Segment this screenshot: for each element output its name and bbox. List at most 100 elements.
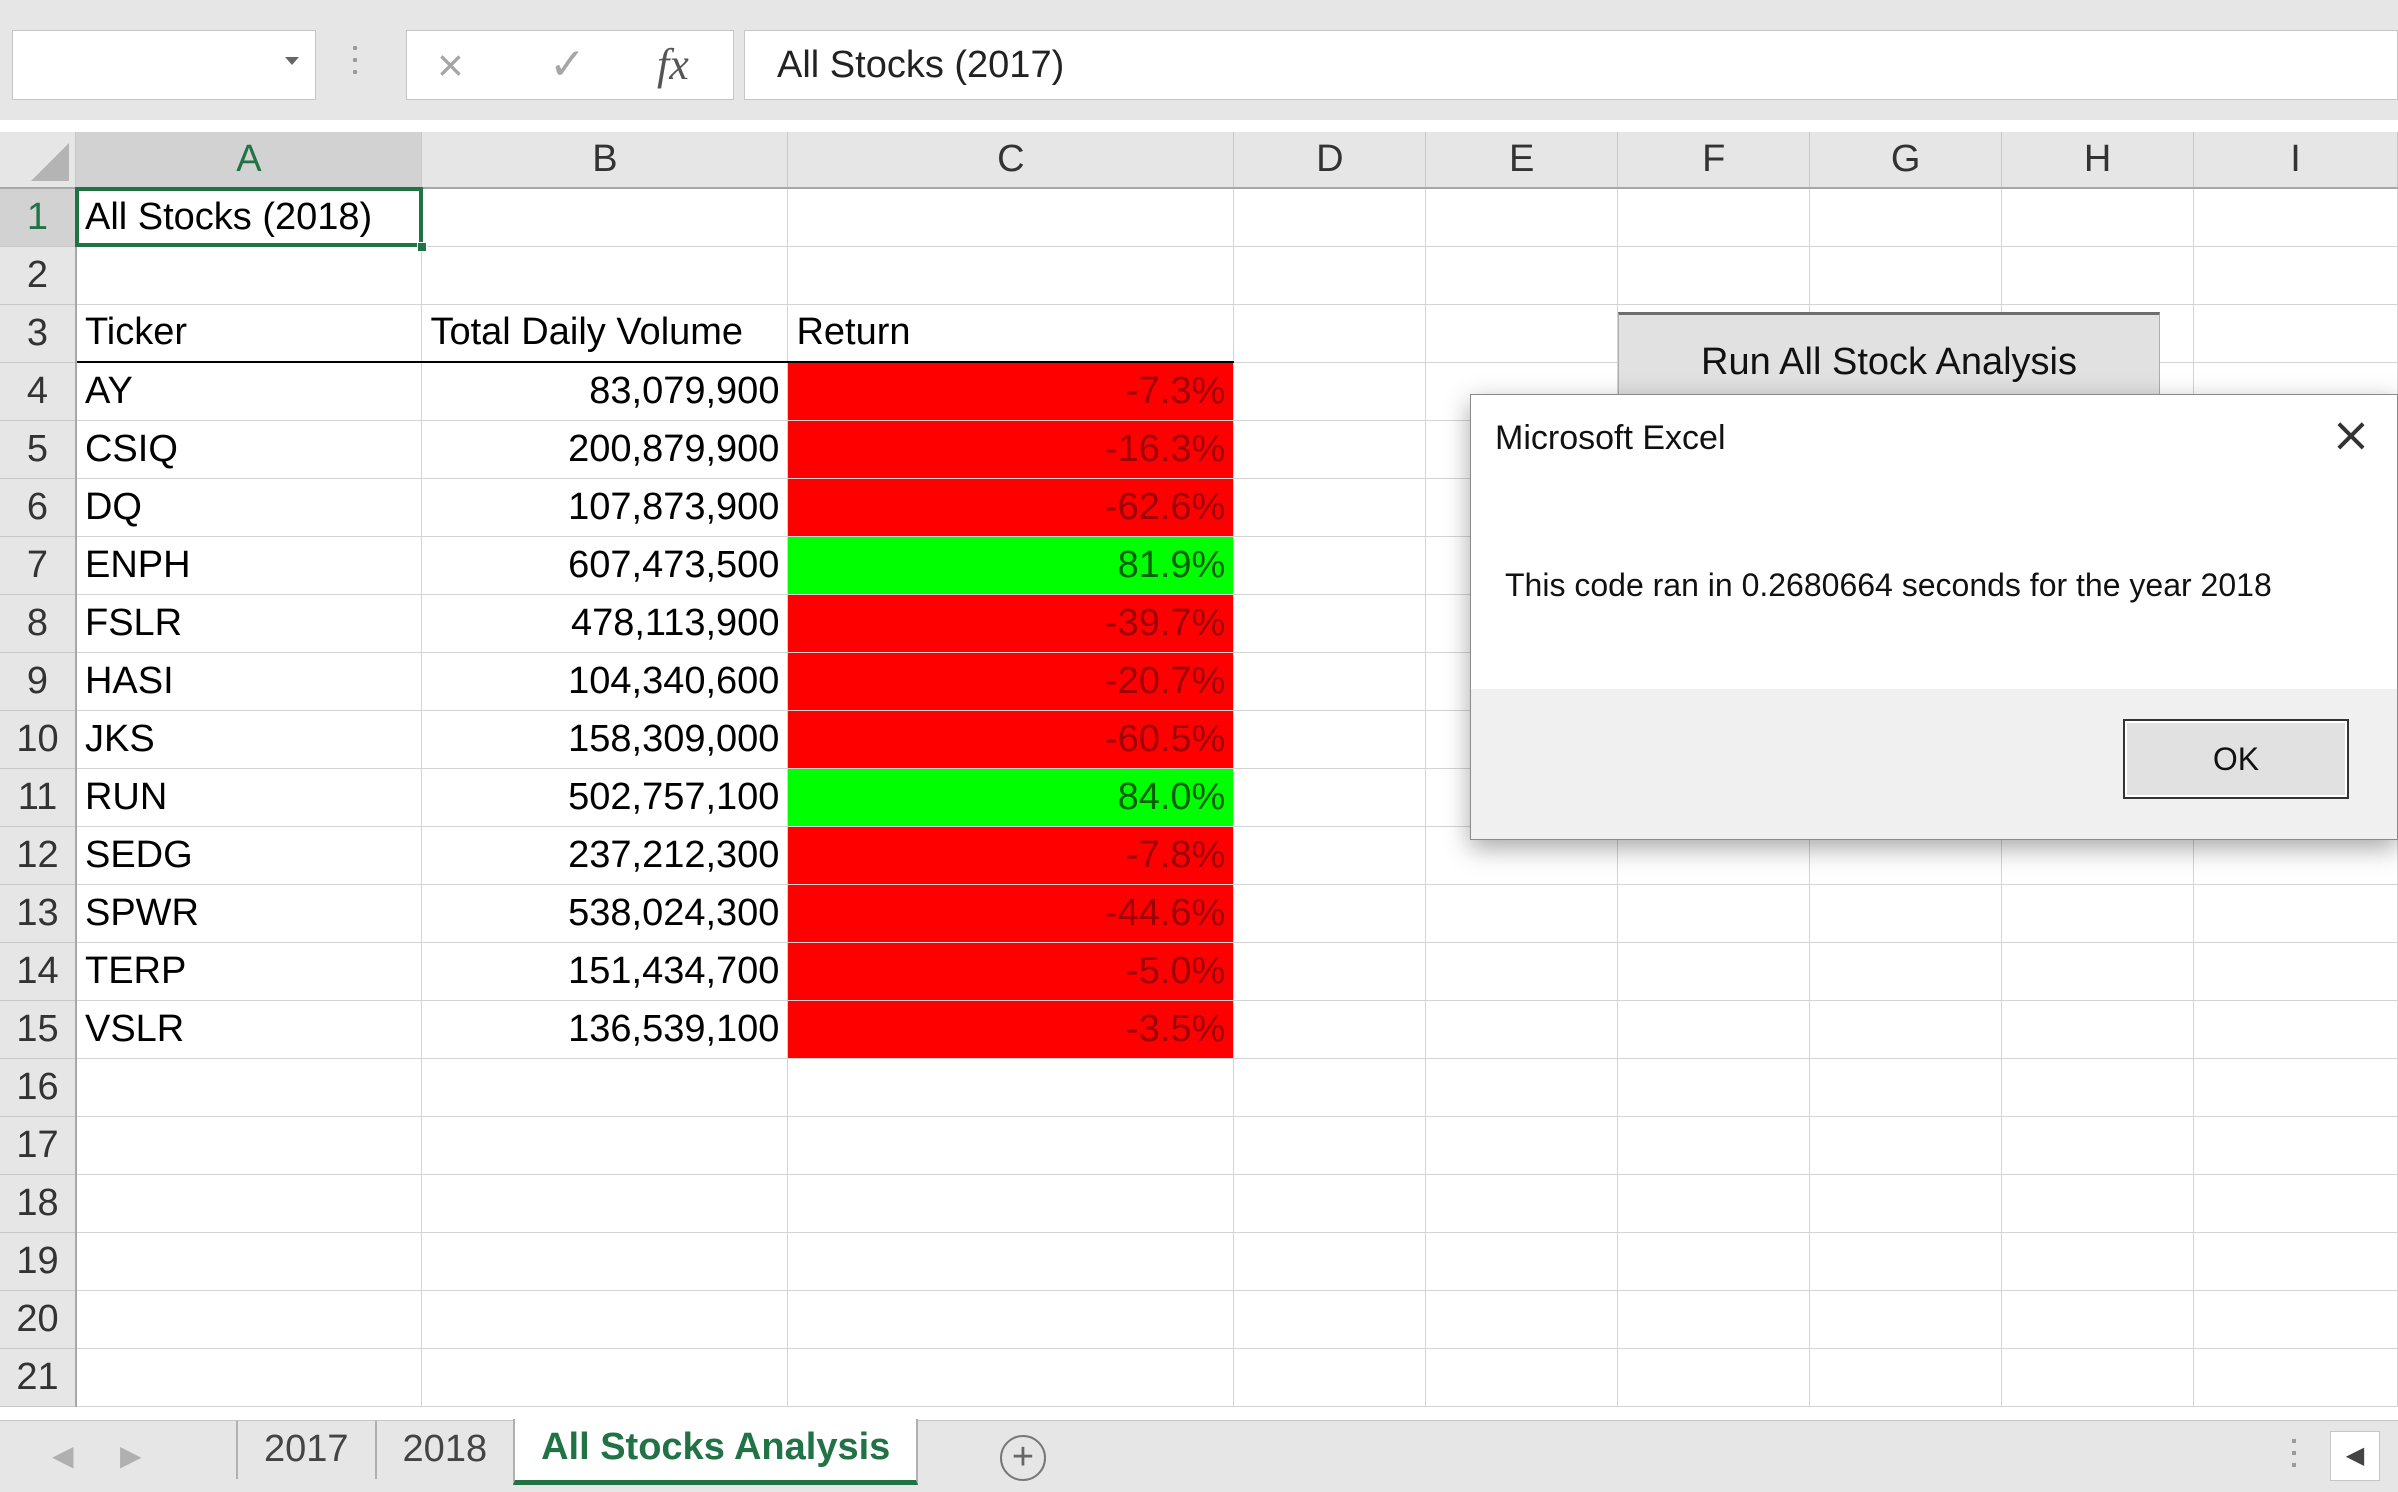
cell-empty[interactable] [1617,188,1811,247]
cell-b[interactable]: 104,340,600 [421,652,789,711]
cell-empty[interactable] [1809,1290,2003,1349]
cell-empty[interactable] [1233,594,1427,653]
cell-empty[interactable] [1233,1116,1427,1175]
row-header[interactable]: 2 [0,246,77,305]
cell-empty[interactable] [2193,942,2398,1001]
cell-c[interactable] [787,1116,1235,1175]
cell-b[interactable]: 136,539,100 [421,1000,789,1059]
row-header[interactable]: 12 [0,826,77,885]
cell-empty[interactable] [1617,246,1811,305]
cell-empty[interactable] [2193,1058,2398,1117]
row-header[interactable]: 7 [0,536,77,595]
cell-b[interactable]: 478,113,900 [421,594,789,653]
row-header[interactable]: 19 [0,1232,77,1291]
column-header[interactable]: A [75,132,423,190]
cell-empty[interactable] [1233,652,1427,711]
sheet-tab-2017[interactable]: 2017 [236,1421,375,1479]
scroll-left-icon[interactable]: ◀ [2330,1431,2380,1481]
row-header[interactable]: 15 [0,1000,77,1059]
cell-c[interactable]: -7.8% [787,826,1235,885]
cell-empty[interactable] [2001,942,2195,1001]
cell-empty[interactable] [2193,1290,2398,1349]
cell-c[interactable]: -60.5% [787,710,1235,769]
cell-empty[interactable] [1809,1000,2003,1059]
cell-b[interactable]: Total Daily Volume [421,304,789,363]
cell-empty[interactable] [1425,942,1619,1001]
column-header[interactable]: G [1809,132,2003,189]
column-header[interactable]: B [421,132,789,189]
cell-a[interactable]: ENPH [75,536,423,595]
cell-empty[interactable] [1617,942,1811,1001]
cell-empty[interactable] [1809,884,2003,943]
cell-empty[interactable] [1809,1348,2003,1407]
cell-empty[interactable] [1617,1000,1811,1059]
drag-handle-icon[interactable] [352,46,358,86]
cell-b[interactable] [421,1058,789,1117]
cell-empty[interactable] [1233,710,1427,769]
close-icon[interactable]: × [2327,411,2375,459]
cell-c[interactable]: 84.0% [787,768,1235,827]
cell-b[interactable] [421,1232,789,1291]
previous-sheet-icon[interactable]: ◀ [52,1439,74,1472]
cell-empty[interactable] [1425,1116,1619,1175]
cell-empty[interactable] [2193,1348,2398,1407]
cell-empty[interactable] [1233,1290,1427,1349]
active-cell[interactable]: All Stocks (2018) [74,187,428,252]
cell-a[interactable]: AY [75,362,423,421]
cell-b[interactable]: 83,079,900 [421,362,789,421]
cell-empty[interactable] [2193,1174,2398,1233]
cell-c[interactable]: Return [787,304,1235,363]
cell-b[interactable]: 538,024,300 [421,884,789,943]
chevron-down-icon[interactable] [285,57,299,65]
cell-empty[interactable] [1233,362,1427,421]
cell-empty[interactable] [1617,1348,1811,1407]
cell-empty[interactable] [1233,1058,1427,1117]
cell-empty[interactable] [1233,188,1427,247]
cell-b[interactable]: 237,212,300 [421,826,789,885]
insert-function-icon[interactable]: fx [657,43,689,87]
add-sheet-icon[interactable]: + [1000,1435,1046,1481]
column-header[interactable]: I [2193,132,2398,189]
cell-b[interactable]: 502,757,100 [421,768,789,827]
cell-c[interactable]: -7.3% [787,362,1235,421]
cell-a[interactable]: JKS [75,710,423,769]
row-header[interactable]: 21 [0,1348,77,1407]
cell-empty[interactable] [2001,1290,2195,1349]
cell-b[interactable] [421,188,789,247]
cell-c[interactable]: -44.6% [787,884,1235,943]
cell-a[interactable]: Ticker [75,304,423,363]
row-header[interactable]: 16 [0,1058,77,1117]
cell-b[interactable] [421,1174,789,1233]
cell-c[interactable] [787,188,1235,247]
row-header[interactable]: 4 [0,362,77,421]
cell-a[interactable]: HASI [75,652,423,711]
cell-b[interactable]: 158,309,000 [421,710,789,769]
column-header[interactable]: D [1233,132,1427,189]
cell-c[interactable]: -16.3% [787,420,1235,479]
row-header[interactable]: 20 [0,1290,77,1349]
cell-empty[interactable] [1233,1000,1427,1059]
cell-c[interactable] [787,1174,1235,1233]
cell-empty[interactable] [1233,478,1427,537]
cell-empty[interactable] [1233,246,1427,305]
row-header[interactable]: 8 [0,594,77,653]
cell-empty[interactable] [2001,188,2195,247]
cell-empty[interactable] [2193,188,2398,247]
cell-empty[interactable] [2001,1058,2195,1117]
cell-a[interactable] [75,1174,423,1233]
cell-a[interactable] [75,1116,423,1175]
cell-c[interactable] [787,246,1235,305]
cell-empty[interactable] [2001,884,2195,943]
cell-c[interactable] [787,1348,1235,1407]
cell-empty[interactable] [1233,942,1427,1001]
row-header[interactable]: 10 [0,710,77,769]
cell-empty[interactable] [1809,942,2003,1001]
sheet-tab-2018[interactable]: 2018 [374,1421,514,1479]
cell-empty[interactable] [1425,1348,1619,1407]
cell-c[interactable] [787,1058,1235,1117]
cell-b[interactable] [421,1290,789,1349]
cell-a[interactable]: CSIQ [75,420,423,479]
row-header[interactable]: 18 [0,1174,77,1233]
cell-a[interactable]: DQ [75,478,423,537]
drag-handle-icon[interactable] [2292,1439,2298,1475]
